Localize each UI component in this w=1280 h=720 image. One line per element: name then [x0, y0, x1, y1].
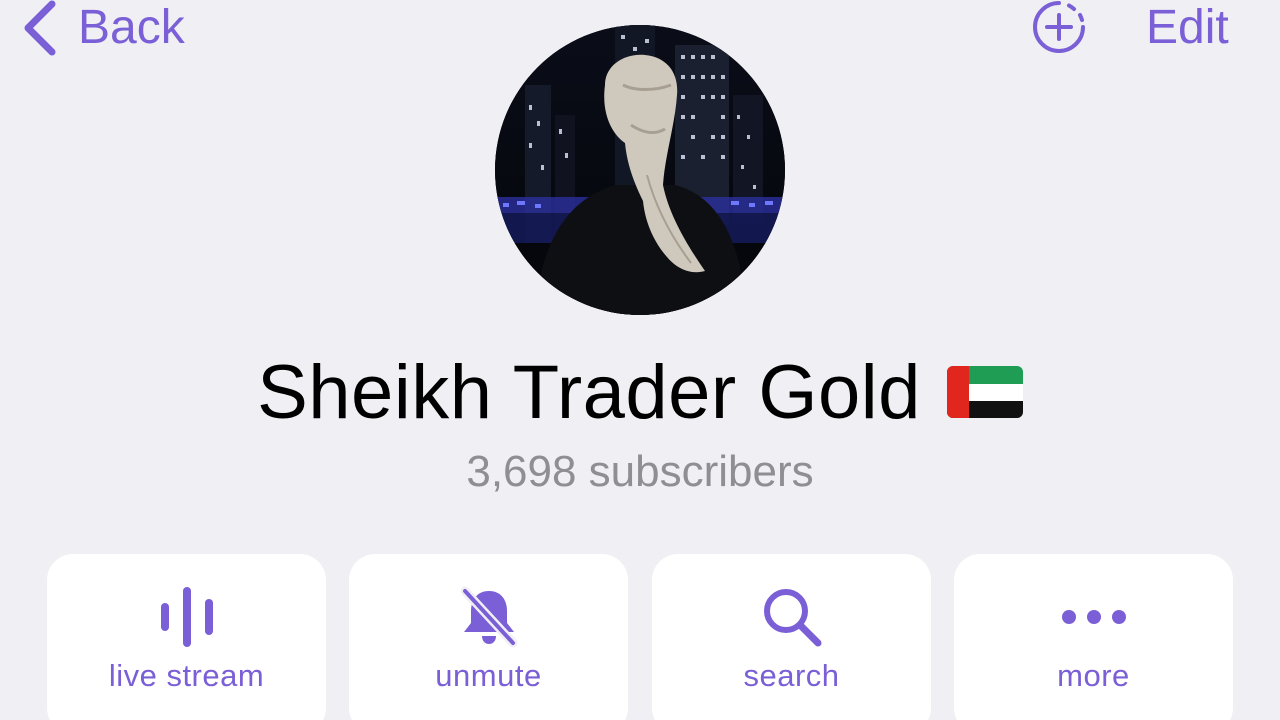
add-story-button[interactable] — [1028, 0, 1090, 54]
back-label: Back — [78, 1, 185, 54]
channel-info-screen: Back Edit Sheikh Trader Gold 3,698 subsc… — [0, 0, 1280, 720]
more-button[interactable]: more — [954, 554, 1233, 720]
action-buttons: live stream unmute search more — [47, 554, 1233, 720]
live-stream-label: live stream — [108, 658, 265, 693]
channel-avatar[interactable] — [495, 25, 785, 315]
uae-flag-icon — [946, 365, 1023, 418]
channel-name: Sheikh Trader Gold — [257, 350, 921, 435]
ellipsis-icon — [1061, 610, 1126, 624]
live-stream-button[interactable]: live stream — [47, 554, 326, 720]
chevron-left-icon — [24, 0, 56, 56]
dashed-circle-plus-icon — [1033, 1, 1085, 53]
live-stream-icon — [160, 587, 213, 647]
more-label: more — [1057, 658, 1130, 693]
search-icon — [763, 589, 821, 647]
edit-button[interactable]: Edit — [1146, 0, 1229, 56]
bell-muted-icon — [460, 586, 517, 648]
search-button[interactable]: search — [652, 554, 931, 720]
channel-title: Sheikh Trader Gold — [0, 348, 1280, 438]
back-button[interactable]: Back — [18, 0, 185, 56]
subscriber-count: 3,698 subscribers — [466, 447, 814, 496]
unmute-label: unmute — [435, 658, 542, 693]
search-label: search — [743, 658, 840, 693]
avatar-photo — [495, 25, 785, 315]
unmute-button[interactable]: unmute — [349, 554, 628, 720]
